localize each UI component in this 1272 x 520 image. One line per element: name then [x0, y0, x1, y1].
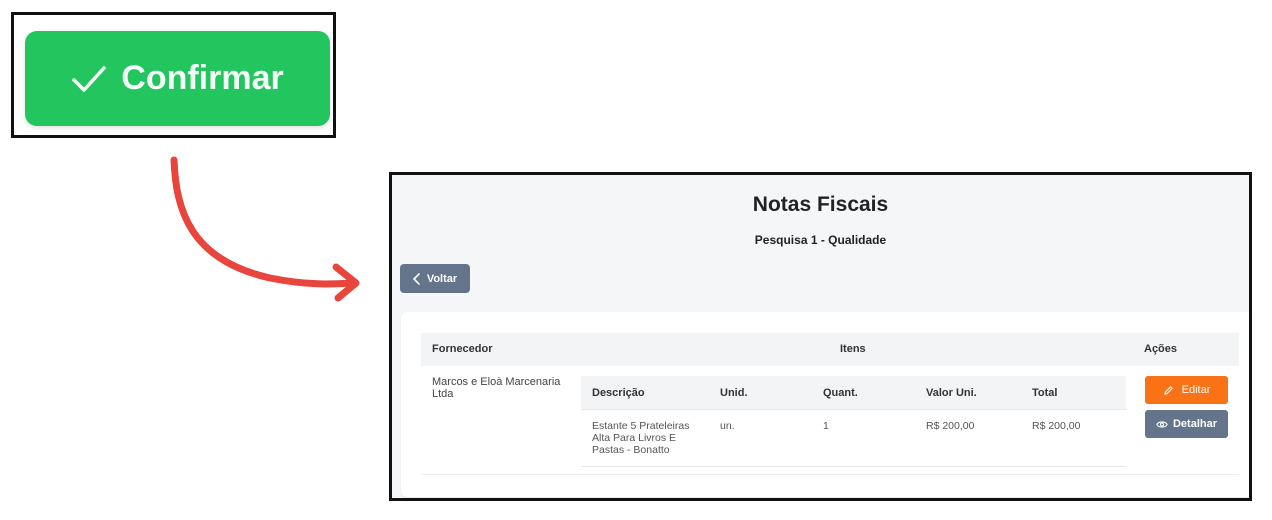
item-quantity: 1 [823, 420, 829, 432]
red-arrow-icon [170, 156, 360, 302]
supplier-name: Marcos e Eloà Marcenaria Ltda [432, 376, 561, 400]
edit-button[interactable]: Editar [1145, 376, 1228, 404]
item-total: R$ 200,00 [1032, 420, 1081, 432]
page-subtitle: Pesquisa 1 - Qualidade [754, 233, 887, 247]
items-header-total: Total [1032, 387, 1058, 399]
detail-label: Detalhar [1172, 418, 1218, 430]
item-unit: un. [720, 420, 735, 432]
checkmark-icon [72, 65, 107, 92]
header-supplier: Fornecedor [432, 343, 493, 355]
items-header-quantity: Quant. [823, 387, 858, 399]
confirm-zoom-frame: Confirmar [11, 12, 336, 138]
page-title: Notas Fiscais [752, 193, 889, 216]
row-divider [421, 474, 1239, 475]
item-description: Estante 5 Prateleiras Alta Para Livros E… [592, 420, 690, 456]
items-header: Descrição Unid. Quant. Valor Uni. Total [581, 376, 1126, 409]
confirm-label: Confirmar [121, 59, 284, 97]
item-row: Estante 5 Prateleiras Alta Para Livros E… [581, 409, 1126, 467]
eye-icon [1156, 420, 1168, 428]
chevron-left-icon [412, 272, 420, 285]
back-button[interactable]: Voltar [400, 264, 470, 293]
table-header: Fornecedor Itens Ações [421, 333, 1239, 366]
items-header-unit: Unid. [720, 387, 748, 399]
items-header-description: Descrição [592, 387, 645, 399]
header-items: Itens [840, 343, 866, 355]
confirm-button[interactable]: Confirmar [25, 31, 330, 126]
item-unit-value: R$ 200,00 [926, 420, 975, 432]
items-header-unit-value: Valor Uni. [926, 387, 977, 399]
notas-fiscais-screenshot: Notas Fiscais Pesquisa 1 - Qualidade Vol… [389, 172, 1252, 501]
invoices-card: Fornecedor Itens Ações Marcos e Eloà Mar… [401, 312, 1249, 497]
edit-label: Editar [1181, 384, 1211, 396]
header-actions: Ações [1144, 343, 1178, 355]
pencil-icon [1163, 385, 1173, 395]
back-label: Voltar [426, 272, 458, 285]
detail-button[interactable]: Detalhar [1145, 410, 1228, 438]
